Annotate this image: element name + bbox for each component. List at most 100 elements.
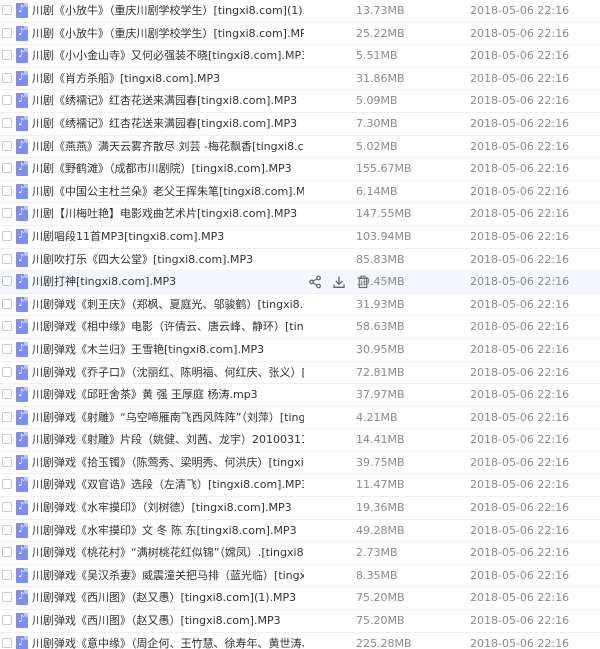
file-size: 5.02MB: [356, 139, 398, 153]
file-name-link[interactable]: 川剧弹戏《邱旺舍茶》黄 强 王厚庭 杨涛.mp3: [32, 384, 258, 406]
file-name-link[interactable]: 川剧弹戏《木兰归》王雪艳[tingxi8.com].MP3: [32, 339, 264, 361]
file-name-link[interactable]: 川剧弹戏《射雕》片段（姚健、刘茜、龙宇）20100311[tingxi...: [32, 429, 304, 451]
file-row[interactable]: ♪ 川剧《绣襦记》红杏花送来满园春[tingxi8.com].MP3 7.30MB 2…: [0, 113, 600, 136]
row-checkbox[interactable]: [2, 230, 12, 241]
file-row[interactable]: ♪ 川剧弹戏《双官诰》选段（左清飞）[tingxi8.com].MP3 11.47M…: [0, 474, 600, 498]
file-name-link[interactable]: 川剧《小放牛》（重庆川剧学校学生）[tingxi8.com](1).MP3: [32, 0, 304, 22]
row-checkbox[interactable]: [2, 95, 12, 106]
row-checkbox[interactable]: [2, 434, 12, 445]
row-checkbox[interactable]: [2, 456, 12, 467]
file-name-link[interactable]: 川剧弹戏《西川图》（赵又愚）[tingxi8.com](1).MP3: [32, 587, 296, 609]
file-name-link[interactable]: 川剧《燕燕》满天云雾齐散尽 刘芸 -梅花飘香[tingxi8.com].MP3: [32, 136, 304, 158]
file-name-link[interactable]: 川剧《野鹤滩》（成都市川剧院）[tingxi8.com].MP3: [32, 158, 292, 180]
file-row[interactable]: ♪ 川剧《小放牛》（重庆川剧学校学生）[tingxi8.com](1).MP3 13…: [0, 0, 600, 23]
row-checkbox[interactable]: [2, 637, 12, 648]
file-name-link[interactable]: 川剧《中国公主杜兰朵》老父王挥朱笔[tingxi8.com].MP3: [32, 181, 304, 203]
row-checkbox[interactable]: [2, 298, 12, 309]
row-checkbox[interactable]: [2, 411, 12, 422]
file-row[interactable]: ♪ 川剧《中国公主杜兰朵》老父王挥朱笔[tingxi8.com].MP3 6.14M…: [0, 181, 600, 204]
file-row[interactable]: ♪川剧弹戏《相中缘》电影（许倩云、唐云峰、静环）[tingxi8.c... 58.…: [0, 316, 600, 339]
file-name-link[interactable]: 川剧《小放牛》（重庆川剧学校学生）[tingxi8.com].MP3: [32, 23, 304, 45]
row-checkbox[interactable]: [2, 163, 12, 174]
row-checkbox[interactable]: [2, 185, 12, 196]
file-name-link[interactable]: 川剧弹戏《射雕》“乌空啼雁南飞西风阵阵”（刘萍）[tingxi8...: [32, 407, 304, 429]
file-name-link[interactable]: 川剧【川梅吐艳】电影戏曲艺术片[tingxi8.com].MP3: [32, 203, 297, 225]
row-checkbox[interactable]: [2, 524, 12, 535]
row-checkbox[interactable]: [2, 569, 12, 580]
file-name-link[interactable]: 川剧弹戏《水牢摸印》文 冬 陈 东[tingxi8.com].MP3: [32, 520, 297, 542]
download-icon[interactable]: [332, 275, 346, 289]
file-name-link[interactable]: 川剧弹戏《乔子口》（沈丽红、陈明福、何红庆、张义）[tingxi...: [32, 362, 304, 384]
row-checkbox[interactable]: [2, 208, 12, 219]
row-checkbox[interactable]: [2, 5, 12, 15]
file-row[interactable]: ♪川剧弹戏《射雕》片段（姚健、刘茜、龙宇）20100311[tingxi... 1…: [0, 429, 600, 452]
file-row[interactable]: ♪ 川剧弹戏《木兰归》王雪艳[tingxi8.com].MP3 30.95MB 201…: [0, 339, 600, 362]
row-checkbox[interactable]: [2, 592, 12, 603]
modified-date: 2018-05-06 22:16: [470, 275, 570, 289]
file-name-link[interactable]: 川剧弹戏《相中缘》电影（许倩云、唐云峰、静环）[tingxi8.c...: [32, 316, 304, 338]
file-name-link[interactable]: 川剧《肖方杀船》[tingxi8.com].MP3: [32, 68, 220, 90]
file-row[interactable]: ♪ 川剧《绣襦记》红杏花送来满园春[tingxi8.com].MP3 5.09MB 2…: [0, 90, 600, 113]
file-name-link[interactable]: 川剧《小小金山寺》又何必强装不晓[tingxi8.com].MP3: [32, 45, 304, 67]
file-size: 4.21MB: [356, 410, 398, 424]
file-size: 85.83MB: [356, 252, 405, 266]
file-row[interactable]: ♪川剧弹戏《乔子口》（沈丽红、陈明福、何红庆、张义）[tingxi... 72.8…: [0, 362, 600, 385]
file-row[interactable]: ♪ 川剧《肖方杀船》[tingxi8.com].MP3 31.86MB 2018-05…: [0, 68, 600, 91]
file-row[interactable]: ♪ 川剧弹戏《西川图》（赵又愚）[tingxi8.com].MP3 75.20MB 2…: [0, 610, 600, 633]
modified-date: 2018-05-06 22:16: [470, 478, 570, 492]
file-row[interactable]: ♪川剧弹戏《刺王庆》（郑枫、夏庭光、邬骏鹤）[tingxi8.com].... 3…: [0, 294, 600, 317]
row-checkbox[interactable]: [2, 117, 12, 128]
file-row[interactable]: ♪ 川剧弹戏《水牢摸印》文 冬 陈 东[tingxi8.com].MP3 49.28…: [0, 520, 600, 543]
file-name-link[interactable]: 川剧《绣襦记》红杏花送来满园春[tingxi8.com].MP3: [32, 90, 297, 112]
music-file-icon: ♪: [16, 206, 28, 222]
music-file-icon: ♪: [16, 635, 28, 649]
share-icon[interactable]: [308, 275, 322, 289]
file-row[interactable]: ♪ 川剧吹打乐《四大公堂》[tingxi8.com].MP3 85.83MB 2018…: [0, 249, 600, 272]
file-row[interactable]: ♪ 川剧唱段11首MP3[tingxi8.com].MP3 103.94MB 2018…: [0, 226, 600, 249]
file-name-link[interactable]: 川剧弹戏《西川图》（赵又愚）[tingxi8.com].MP3: [32, 610, 281, 632]
row-checkbox[interactable]: [2, 389, 12, 400]
row-checkbox[interactable]: [2, 27, 12, 38]
row-checkbox[interactable]: [2, 321, 12, 332]
file-row[interactable]: ♪川剧弹戏《吴汉杀妻》威震潼关把马排（蓝光临）[tingxi8.com]... 8…: [0, 565, 600, 588]
file-row[interactable]: ♪ 川剧弹戏《射雕》“乌空啼雁南飞西风阵阵”（刘萍）[tingxi8... 4.21…: [0, 407, 600, 430]
file-row[interactable]: ♪ 川剧《小放牛》（重庆川剧学校学生）[tingxi8.com].MP3 25.22…: [0, 23, 600, 46]
file-name-link[interactable]: 川剧唱段11首MP3[tingxi8.com].MP3: [32, 226, 224, 248]
modified-date: 2018-05-06 22:16: [470, 116, 570, 130]
file-row[interactable]: ♪ 川剧弹戏《桃花村》“满树桃花红似锦”（嫦凤）.[tingxi8.co... 2.…: [0, 542, 600, 565]
row-checkbox[interactable]: [2, 479, 12, 490]
file-name-link[interactable]: 川剧弹戏《水牢摸印》（刘树德）[tingxi8.com].MP3: [32, 497, 292, 519]
file-row[interactable]: ♪川剧《燕燕》满天云雾齐散尽 刘芸 -梅花飘香[tingxi8.com].MP3…: [0, 136, 600, 159]
row-checkbox[interactable]: [2, 343, 12, 354]
file-name-link[interactable]: 川剧弹戏《刺王庆》（郑枫、夏庭光、邬骏鹤）[tingxi8.com]....: [32, 294, 304, 316]
file-name-link[interactable]: 川剧弹戏《双官诰》选段（左清飞）[tingxi8.com].MP3: [32, 474, 304, 496]
file-size: 49.28MB: [356, 523, 405, 537]
row-checkbox[interactable]: [2, 140, 12, 151]
row-checkbox[interactable]: [2, 72, 12, 83]
file-row[interactable]: ♪ 川剧《野鹤滩》（成都市川剧院）[tingxi8.com].MP3 155.67M…: [0, 158, 600, 181]
row-checkbox[interactable]: [2, 502, 12, 513]
file-name-link[interactable]: 川剧吹打乐《四大公堂》[tingxi8.com].MP3: [32, 249, 253, 271]
file-name-link[interactable]: 川剧弹戏《吴汉杀妻》威震潼关把马排（蓝光临）[tingxi8.com]...: [32, 565, 304, 587]
row-checkbox[interactable]: [2, 253, 12, 264]
file-name-link[interactable]: 川剧《绣襦记》红杏花送来满园春[tingxi8.com].MP3: [32, 113, 297, 135]
file-name-link[interactable]: 川剧弹戏《意中缘》（周企何、王竹慧、徐寿年、黄世涛、李天...: [32, 633, 304, 649]
file-name-link[interactable]: 川剧打神[tingxi8.com].MP3: [32, 271, 176, 293]
file-size: 75.20MB: [356, 614, 405, 628]
file-row[interactable]: ♪ 川剧弹戏《西川图》（赵又愚）[tingxi8.com](1).MP3 75.20…: [0, 587, 600, 611]
row-checkbox[interactable]: [2, 276, 12, 287]
file-row[interactable]: ♪川剧弹戏《拾玉镯》（陈莺秀、梁明秀、何洪庆）[tingxi8.com... 39…: [0, 452, 600, 475]
file-row[interactable]: ♪ 川剧【川梅吐艳】电影戏曲艺术片[tingxi8.com].MP3 147.55M…: [0, 203, 600, 226]
row-checkbox[interactable]: [2, 366, 12, 377]
row-checkbox[interactable]: [2, 547, 12, 558]
file-row[interactable]: ♪ 川剧打神[tingxi8.com].MP3 19.45MB 2018-05-06 …: [0, 271, 600, 294]
file-row[interactable]: ♪ 川剧弹戏《意中缘》（周企何、王竹慧、徐寿年、黄世涛、李天... 225.28MB…: [0, 633, 600, 649]
file-row[interactable]: ♪ 川剧弹戏《邱旺舍茶》黄 强 王厚庭 杨涛.mp3 37.97MB 2018-05-…: [0, 384, 600, 407]
row-checkbox[interactable]: [2, 50, 12, 61]
file-name-link[interactable]: 川剧弹戏《桃花村》“满树桃花红似锦”（嫦凤）.[tingxi8.co...: [32, 542, 304, 564]
file-size: 25.22MB: [356, 26, 405, 40]
file-row[interactable]: ♪ 川剧弹戏《水牢摸印》（刘树德）[tingxi8.com].MP3 19.36MB…: [0, 497, 600, 520]
row-checkbox[interactable]: [2, 615, 12, 626]
file-name-link[interactable]: 川剧弹戏《拾玉镯》（陈莺秀、梁明秀、何洪庆）[tingxi8.com...: [32, 452, 304, 474]
file-row[interactable]: ♪ 川剧《小小金山寺》又何必强装不晓[tingxi8.com].MP3 5.51MB…: [0, 45, 600, 68]
